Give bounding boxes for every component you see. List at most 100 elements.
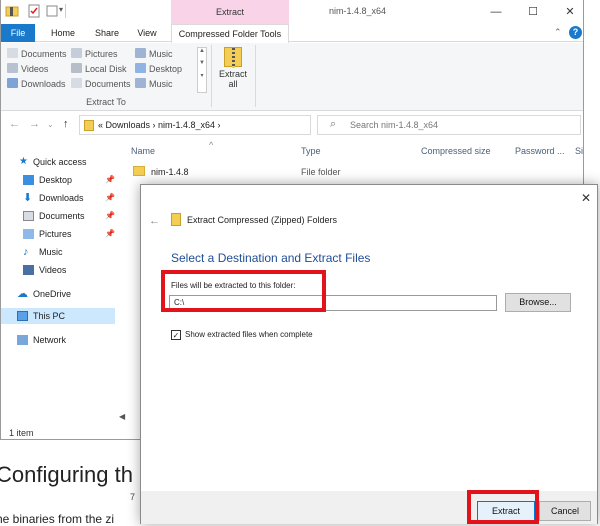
music-icon <box>135 48 146 58</box>
pictures-icon <box>71 48 82 58</box>
extract-to-music-2[interactable]: Music <box>135 77 173 91</box>
forward-arrow-icon[interactable]: → <box>29 118 40 130</box>
qa-dropdown-icon[interactable]: ▾ <box>59 5 63 14</box>
maximize-button[interactable]: ☐ <box>520 3 546 21</box>
extract-to-desktop[interactable]: Desktop <box>135 62 182 76</box>
zip-folder-icon <box>171 213 181 226</box>
sidebar-item-videos[interactable]: Videos <box>1 262 115 278</box>
navigation-pane: ★ Quick access Desktop 📌 ⬇ Downloads 📌 D… <box>1 150 119 420</box>
sidebar-item-music[interactable]: ♪ Music <box>1 244 115 260</box>
close-button[interactable]: ✕ <box>557 3 583 21</box>
ribbon-item-label: Documents <box>85 79 131 89</box>
file-name: nim-1.4.8 <box>151 167 189 177</box>
extract-to-pictures[interactable]: Pictures <box>71 47 118 61</box>
tab-share[interactable]: Share <box>87 24 127 42</box>
desktop-icon <box>135 63 146 73</box>
extract-to-documents[interactable]: Documents <box>7 47 67 61</box>
back-arrow-icon[interactable]: ← <box>9 118 20 130</box>
sidebar-item-label: Documents <box>39 211 85 221</box>
address-bar[interactable]: « Downloads › nim-1.4.8_x64 › ⌄ ↻ <box>79 115 379 135</box>
search-placeholder: Search nim-1.4.8_x64 <box>350 120 439 130</box>
ribbon: Documents Videos Downloads Pictures Loca… <box>1 43 583 111</box>
documents-icon <box>23 211 34 221</box>
sidebar-item-label: This PC <box>33 311 66 321</box>
sidebar-item-downloads[interactable]: ⬇ Downloads 📌 <box>1 190 115 206</box>
search-input[interactable]: ⌕ Search nim-1.4.8_x64 <box>317 115 581 135</box>
webpage-heading: Configuring th <box>0 462 133 487</box>
local-disk-icon <box>71 63 82 73</box>
highlight-box-destination <box>161 270 326 312</box>
title-bar: ▾ Extract nim-1.4.8_x64 — ☐ ✕ <box>1 0 583 24</box>
up-arrow-icon[interactable]: ↑ <box>63 118 69 130</box>
ribbon-item-label: Pictures <box>85 49 118 59</box>
extract-to-videos[interactable]: Videos <box>7 62 48 76</box>
sidebar-item-documents[interactable]: Documents 📌 <box>1 208 115 224</box>
extract-dialog: ✕ ← Extract Compressed (Zipped) Folders … <box>140 184 598 524</box>
sidebar-item-desktop[interactable]: Desktop 📌 <box>1 172 115 188</box>
ribbon-gallery-scroll[interactable]: ▲ ▼ ▾ <box>197 47 207 93</box>
extract-to-downloads[interactable]: Downloads <box>7 77 66 91</box>
sidebar-item-quick-access[interactable]: ★ Quick access <box>1 154 115 170</box>
browse-button[interactable]: Browse... <box>505 293 571 312</box>
star-icon: ★ <box>19 156 28 167</box>
sidebar-item-label: Network <box>33 335 67 345</box>
cancel-button[interactable]: Cancel <box>539 501 591 521</box>
column-header-compressed-size[interactable]: Compressed size <box>421 146 491 156</box>
new-folder-icon[interactable] <box>45 4 59 18</box>
scroll-left-arrow-icon[interactable]: ◀ <box>119 412 125 421</box>
separator <box>65 4 66 18</box>
extract-to-documents-2[interactable]: Documents <box>71 77 131 91</box>
ribbon-item-label: Downloads <box>21 79 66 89</box>
help-icon[interactable]: ? <box>569 26 582 39</box>
folder-icon <box>133 166 145 176</box>
recent-dropdown-icon[interactable]: ⌄ <box>47 120 54 129</box>
tab-view[interactable]: View <box>129 24 165 42</box>
sidebar-item-pictures[interactable]: Pictures 📌 <box>1 226 115 242</box>
folder-icon <box>5 6 19 17</box>
music-icon: ♪ <box>23 246 29 258</box>
back-arrow-icon[interactable]: ← <box>149 215 160 227</box>
network-icon <box>17 335 28 345</box>
breadcrumb[interactable]: « Downloads › nim-1.4.8_x64 › <box>98 120 221 130</box>
videos-icon <box>23 265 34 275</box>
column-header-password[interactable]: Password ... <box>515 146 565 156</box>
column-headers: Name Type Compressed size Password ... S… <box>129 143 583 161</box>
sidebar-item-onedrive[interactable]: ☁ OneDrive <box>1 286 115 302</box>
extract-to-music[interactable]: Music <box>135 47 173 61</box>
download-icon: ⬇ <box>23 192 33 204</box>
computer-icon <box>17 311 28 321</box>
extract-all-button[interactable]: Extract all <box>215 45 251 97</box>
videos-icon <box>7 63 18 73</box>
file-type: File folder <box>301 167 341 177</box>
contextual-group-extract: Extract <box>171 0 289 24</box>
ribbon-item-label: Music <box>149 49 173 59</box>
ribbon-item-label: Videos <box>21 64 49 74</box>
ribbon-item-label: Documents <box>21 49 67 59</box>
sidebar-item-label: Desktop <box>39 175 73 185</box>
column-header-size[interactable]: Size <box>575 146 583 156</box>
cloud-icon: ☁ <box>17 288 28 300</box>
sidebar-item-network[interactable]: Network <box>1 332 115 348</box>
close-icon[interactable]: ✕ <box>581 191 591 205</box>
tab-home[interactable]: Home <box>43 24 83 42</box>
tab-file[interactable]: File <box>1 24 35 42</box>
dialog-heading: Select a Destination and Extract Files <box>171 251 371 265</box>
sidebar-item-label: Videos <box>39 265 67 275</box>
extract-to-local-disk[interactable]: Local Disk <box>71 62 127 76</box>
column-header-type[interactable]: Type <box>301 146 321 156</box>
ribbon-tabs: File Home Share View Compressed Folder T… <box>1 24 583 43</box>
zip-folder-icon <box>84 120 94 131</box>
column-header-name[interactable]: Name <box>131 146 155 156</box>
show-files-checkbox[interactable]: ✓ <box>171 330 181 340</box>
tab-compressed-folder-tools[interactable]: Compressed Folder Tools <box>171 24 289 43</box>
dialog-title: Extract Compressed (Zipped) Folders <box>187 215 338 225</box>
minimize-button[interactable]: — <box>483 3 509 21</box>
show-files-label: Show extracted files when complete <box>185 330 313 339</box>
zip-folder-icon <box>224 47 242 68</box>
sidebar-item-label: Pictures <box>39 229 72 239</box>
list-item[interactable]: nim-1.4.8 File folder <box>129 164 429 180</box>
chevron-up-icon[interactable]: ⌃ <box>554 27 562 38</box>
navigation-bar: ← → ⌄ ↑ « Downloads › nim-1.4.8_x64 › ⌄ … <box>1 112 583 138</box>
sidebar-item-this-pc[interactable]: This PC <box>1 308 115 324</box>
properties-icon[interactable] <box>27 4 41 18</box>
